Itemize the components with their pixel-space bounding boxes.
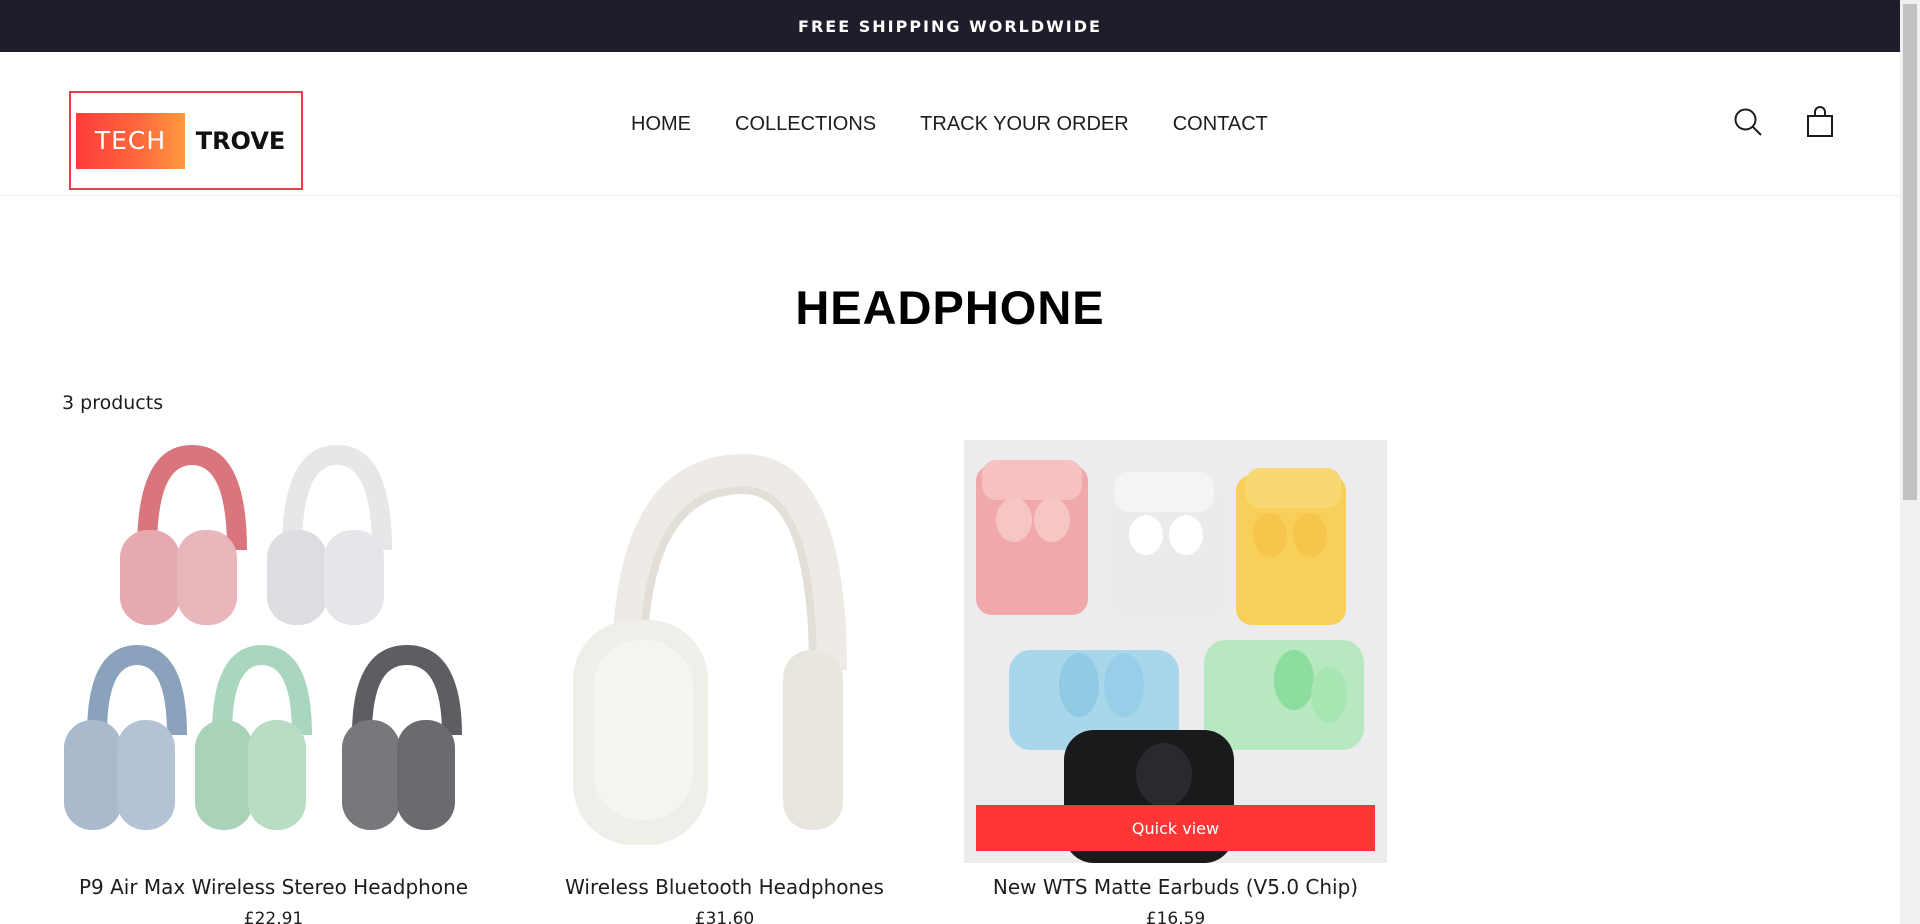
logo-left-text: TECH	[76, 112, 185, 169]
product-grid: P9 Air Max Wireless Stereo Headphone £22…	[62, 440, 1388, 924]
page-title: HEADPHONE	[795, 281, 1105, 334]
product-price: £31.60	[694, 909, 755, 924]
product-card-earbuds[interactable]: Quick view New WTS Matte Earbuds (V5.0 C…	[964, 440, 1387, 924]
logo-right-text: TROVE	[195, 126, 286, 155]
product-title[interactable]: Wireless Bluetooth Headphones	[513, 875, 936, 899]
logo[interactable]: TECH TROVE	[69, 91, 303, 190]
site-header: TECH TROVE HOME COLLECTIONS TRACK YOUR O…	[0, 52, 1900, 196]
product-price: £22.91	[243, 909, 304, 924]
announcement-text: FREE SHIPPING WORLDWIDE	[798, 16, 1102, 36]
nav-collections[interactable]: COLLECTIONS	[735, 113, 876, 136]
nav-home[interactable]: HOME	[631, 113, 691, 136]
quick-view-button[interactable]: Quick view	[976, 805, 1375, 851]
product-title[interactable]: New WTS Matte Earbuds (V5.0 Chip)	[964, 875, 1387, 899]
cart-icon[interactable]	[1800, 102, 1840, 142]
product-image-earbuds[interactable]: Quick view	[964, 440, 1387, 863]
nav-track-order[interactable]: TRACK YOUR ORDER	[920, 113, 1129, 136]
product-count: 3 products	[62, 392, 164, 414]
product-image-wireless[interactable]	[513, 440, 936, 863]
scrollbar-thumb[interactable]	[1903, 4, 1917, 500]
announcement-bar: FREE SHIPPING WORLDWIDE	[0, 0, 1900, 52]
product-price: £16.59	[1145, 909, 1206, 924]
main-nav: HOME COLLECTIONS TRACK YOUR ORDER CONTAC…	[631, 113, 1268, 136]
nav-contact[interactable]: CONTACT	[1173, 113, 1268, 136]
search-icon[interactable]	[1728, 102, 1768, 142]
product-title[interactable]: P9 Air Max Wireless Stereo Headphone	[62, 875, 485, 899]
product-card-wireless[interactable]: Wireless Bluetooth Headphones £31.60	[513, 440, 936, 924]
product-card-p9[interactable]: P9 Air Max Wireless Stereo Headphone £22…	[62, 440, 485, 924]
product-image-p9[interactable]	[62, 440, 485, 863]
